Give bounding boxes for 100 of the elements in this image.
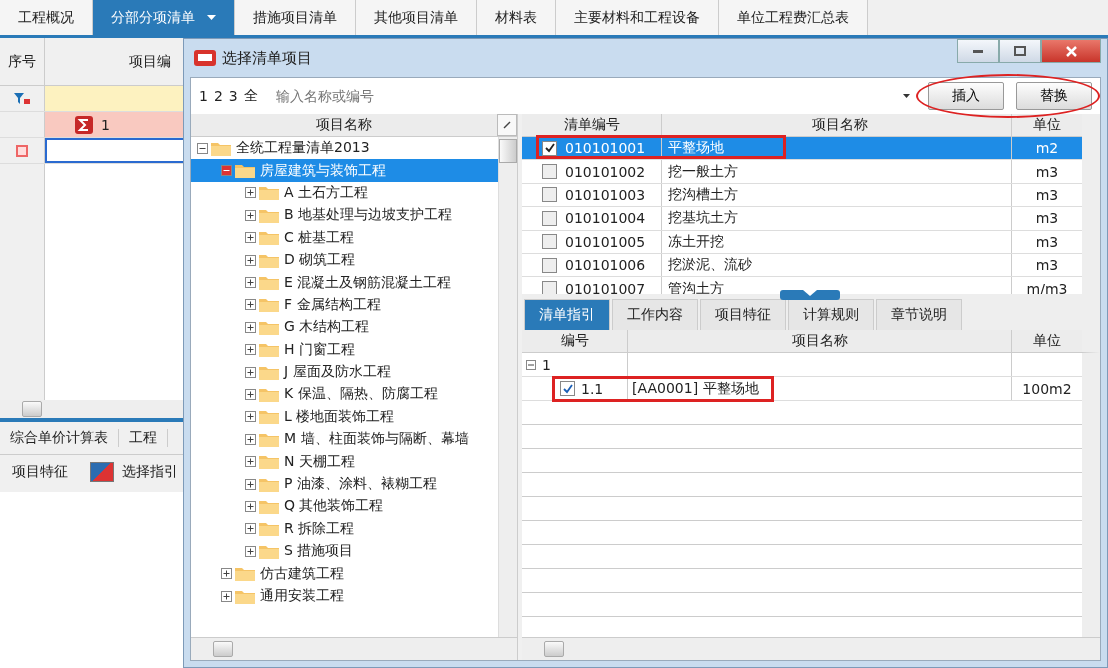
tree-item[interactable]: P 油漆、涂料、裱糊工程	[191, 472, 498, 496]
checkbox[interactable]	[542, 140, 557, 156]
detail-tab[interactable]: 工作内容	[612, 299, 698, 330]
filter-icon[interactable]	[14, 92, 30, 105]
dropdown-icon[interactable]	[903, 94, 910, 98]
column-header: 项目名称	[315, 115, 373, 134]
list-row[interactable]: 010101001 平整场地 m2	[522, 137, 1082, 161]
tree-item[interactable]: D 砌筑工程	[191, 248, 498, 272]
tree-item[interactable]: 仿古建筑工程	[191, 562, 498, 585]
list-row[interactable]: 010101006 挖淤泥、流砂 m3	[522, 253, 1082, 278]
expander-icon[interactable]	[245, 433, 256, 445]
checkbox[interactable]	[542, 234, 557, 250]
expander-icon[interactable]	[245, 209, 256, 221]
expander-icon[interactable]	[245, 523, 256, 535]
expander-icon[interactable]	[245, 187, 256, 199]
level-button[interactable]: 1	[199, 88, 208, 104]
tree-item[interactable]: N 天棚工程	[191, 450, 498, 473]
tree-item[interactable]: H 门窗工程	[191, 338, 498, 361]
detail-tab[interactable]: 清单指引	[524, 299, 610, 330]
expander-icon[interactable]	[197, 142, 208, 154]
expander-icon[interactable]	[245, 478, 256, 490]
checkbox[interactable]	[542, 210, 557, 226]
tree-item[interactable]: K 保温、隔热、防腐工程	[191, 383, 498, 406]
main-tab[interactable]: 其他项目清单	[356, 0, 477, 35]
collapse-icon[interactable]	[526, 359, 536, 370]
minimize-button[interactable]	[957, 39, 999, 63]
list-row[interactable]: 010101005 冻土开挖 m3	[522, 230, 1082, 254]
toolbar-button[interactable]: 项目特征	[12, 463, 68, 481]
expander-icon[interactable]	[221, 590, 232, 602]
expander-icon[interactable]	[221, 165, 232, 177]
scrollbar-thumb[interactable]	[22, 401, 42, 417]
list-row[interactable]: 010101003 挖沟槽土方 m3	[522, 183, 1082, 208]
insert-button[interactable]: 插入	[928, 82, 1004, 110]
expander-icon[interactable]	[245, 500, 256, 512]
tree-item[interactable]: 通用安装工程	[191, 584, 498, 608]
list-row[interactable]: 010101002 挖一般土方 m3	[522, 160, 1082, 184]
tree-item[interactable]: A 土石方工程	[191, 181, 498, 205]
folder-icon	[235, 588, 255, 604]
tree-item[interactable]: M 墙、柱面装饰与隔断、幕墙	[191, 428, 498, 451]
main-tab[interactable]: 材料表	[477, 0, 556, 35]
main-tab[interactable]: 主要材料和工程设备	[556, 0, 719, 35]
tree-item[interactable]: Q 其他装饰工程	[191, 495, 498, 518]
expander-icon[interactable]	[245, 232, 256, 244]
close-icon	[1065, 45, 1077, 57]
expander-icon[interactable]	[245, 366, 256, 378]
replace-button[interactable]: 替换	[1016, 82, 1092, 110]
expander-icon[interactable]	[245, 411, 256, 423]
main-tab[interactable]: 分部分项清单	[93, 0, 235, 35]
tree-item[interactable]: J 屋面及防水工程	[191, 360, 498, 384]
caret-icon	[207, 15, 216, 20]
level-button[interactable]: 3	[228, 88, 238, 104]
close-button[interactable]	[1041, 39, 1101, 63]
tree-item[interactable]: S 措施项目	[191, 540, 498, 563]
detail-tab[interactable]: 项目特征	[700, 299, 786, 330]
expander-icon[interactable]	[245, 299, 256, 311]
toolbar-button[interactable]: 选择指引	[122, 463, 178, 481]
expander-icon[interactable]	[245, 321, 256, 333]
level-button[interactable]: 2	[213, 88, 223, 104]
window-title: 选择清单项目	[222, 48, 312, 68]
folder-icon	[211, 140, 231, 156]
checkbox[interactable]	[560, 381, 575, 396]
minimize-icon	[973, 49, 983, 53]
checkbox[interactable]	[542, 257, 557, 273]
tree-item[interactable]: B 地基处理与边坡支护工程	[191, 204, 498, 227]
folder-icon	[259, 342, 279, 358]
collapse-handle[interactable]	[780, 290, 840, 300]
column-header: 项目名称	[662, 114, 1012, 136]
scrollbar-thumb[interactable]	[213, 641, 233, 657]
list-row[interactable]: 010101004 挖基坑土方 m3	[522, 207, 1082, 231]
scrollbar-thumb[interactable]	[499, 139, 517, 163]
panel-tab[interactable]: 工程	[119, 429, 168, 447]
folder-icon	[259, 431, 279, 447]
tree-item[interactable]: E 混凝土及钢筋混凝土工程	[191, 271, 498, 294]
main-tab[interactable]: 措施项目清单	[235, 0, 356, 35]
expander-icon[interactable]	[245, 254, 256, 266]
main-tab[interactable]: 单位工程费汇总表	[719, 0, 868, 35]
expander-icon[interactable]	[245, 389, 256, 400]
panel-tab[interactable]: 综合单价计算表	[0, 429, 119, 447]
tree-item[interactable]: F 金属结构工程	[191, 293, 498, 317]
scrollbar-thumb[interactable]	[544, 641, 564, 657]
maximize-button[interactable]	[999, 39, 1041, 63]
checkbox[interactable]	[542, 187, 557, 203]
expander-icon[interactable]	[245, 344, 256, 356]
main-tab[interactable]: 工程概况	[0, 0, 93, 35]
tree-item[interactable]: G 木结构工程	[191, 316, 498, 339]
expander-icon[interactable]	[221, 568, 232, 580]
detail-tab[interactable]: 章节说明	[876, 299, 962, 330]
tree-item[interactable]: 房屋建筑与装饰工程	[191, 159, 498, 182]
checkbox[interactable]	[542, 281, 557, 294]
expander-icon[interactable]	[245, 277, 256, 289]
level-button[interactable]: 全	[243, 87, 258, 105]
tree-item[interactable]: C 桩基工程	[191, 226, 498, 249]
tree-item[interactable]: R 拆除工程	[191, 517, 498, 541]
expander-icon[interactable]	[245, 545, 256, 557]
tree-item[interactable]: L 楼地面装饰工程	[191, 405, 498, 429]
expander-icon[interactable]	[245, 456, 256, 468]
detail-tab[interactable]: 计算规则	[788, 299, 874, 330]
column-header: 项目名称	[628, 330, 1012, 352]
tree-item[interactable]: 全统工程量清单2013	[191, 137, 498, 160]
checkbox[interactable]	[542, 164, 557, 180]
